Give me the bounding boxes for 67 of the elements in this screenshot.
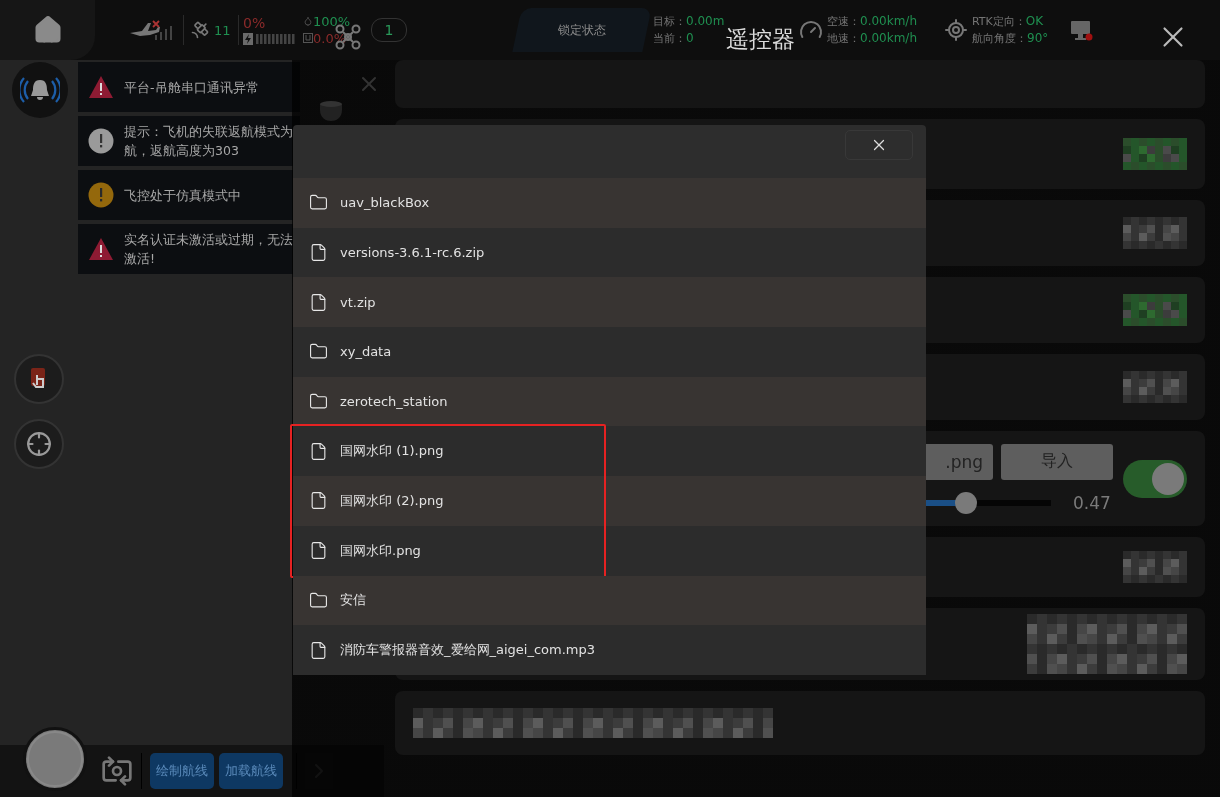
droplet-icon xyxy=(303,16,313,26)
stat-value: 90° xyxy=(1027,31,1049,45)
panel-title: 遥控器 xyxy=(725,24,795,54)
pixelated-block xyxy=(1123,217,1187,249)
crosshair-icon xyxy=(944,18,968,42)
file-name: vt.zip xyxy=(340,294,376,310)
file-name: versions-3.6.1-rc.6.zip xyxy=(340,245,485,261)
stat-value: 0.00m xyxy=(686,14,725,28)
toggle-switch[interactable] xyxy=(1123,459,1187,498)
satellite-icon xyxy=(190,20,210,40)
stat-value: 0.00km/h xyxy=(860,31,917,45)
file-icon xyxy=(309,243,328,263)
file-icon xyxy=(309,491,328,511)
stat-label: 航向角度： xyxy=(972,31,1027,46)
notification-text: 平台-吊舱串口通讯异常 xyxy=(124,78,259,97)
battery-percent: 0% xyxy=(243,15,267,31)
alert-bell-button[interactable] xyxy=(12,62,68,118)
bell-ring-icon xyxy=(20,75,60,105)
link-quality: 100% xyxy=(313,14,351,29)
file-row[interactable]: zerotech_station xyxy=(293,376,926,427)
file-icon xyxy=(309,541,328,561)
file-name: xy_data xyxy=(340,344,392,360)
stat-value: 0.00km/h xyxy=(860,14,917,28)
file-name: 国网水印 (1).png xyxy=(340,442,444,461)
warning-triangle-icon xyxy=(88,75,114,99)
stat-label: 当前： xyxy=(653,31,686,46)
hand-control-button[interactable] xyxy=(14,354,64,404)
file-name: 国网水印 (2).png xyxy=(340,491,444,510)
file-row[interactable]: vt.zip xyxy=(293,277,926,328)
file-name: zerotech_station xyxy=(340,394,448,410)
file-icon xyxy=(309,441,328,461)
stat-value: 0 xyxy=(686,31,694,45)
notification-text: 提示：飞机的失联返航模式为 航，返航高度为303 xyxy=(124,123,293,160)
monitor-alert-icon xyxy=(1069,18,1093,42)
file-name: uav_blackBox xyxy=(340,195,430,211)
notification-text: 飞控处于仿真模式中 xyxy=(124,186,241,205)
exclamation-circle-icon xyxy=(88,182,114,208)
file-icon xyxy=(309,640,328,660)
file-row[interactable]: 安信 xyxy=(293,575,926,626)
file-name: 安信 xyxy=(340,591,366,610)
folder-icon xyxy=(309,590,328,610)
stat-label: 目标： xyxy=(653,14,686,29)
camera-switch-icon[interactable] xyxy=(101,755,133,787)
stat-value: OK xyxy=(1025,14,1044,28)
u-square-icon xyxy=(303,33,313,43)
pixelated-block xyxy=(1123,551,1187,583)
exclamation-circle-icon xyxy=(88,128,114,154)
stat-label: 空速： xyxy=(827,14,860,29)
warning-triangle-icon xyxy=(88,237,114,261)
pixelated-block xyxy=(1123,371,1187,403)
stat-label: RTK定向： xyxy=(972,14,1026,29)
crosshair-icon xyxy=(26,431,52,457)
file-name: 消防车警报器音效_爱给网_aigei_com.mp3 xyxy=(340,641,596,660)
notification-text: 实名认证未激活或过期，无法 激活! xyxy=(124,231,293,268)
drone-count: 1 xyxy=(371,18,407,42)
slider-value: 0.47 xyxy=(1073,492,1112,513)
satellite-count: 11 xyxy=(214,22,231,38)
stat-label: 地速： xyxy=(827,31,860,46)
file-name: 国网水印.png xyxy=(340,541,421,560)
target-button[interactable] xyxy=(14,419,64,469)
home-icon[interactable] xyxy=(32,15,63,45)
file-row[interactable]: uav_blackBox xyxy=(293,178,926,228)
slider-thumb[interactable] xyxy=(954,491,977,514)
file-icon xyxy=(309,292,328,312)
battery-bar-icon xyxy=(243,33,297,45)
file-row[interactable]: 国网水印 (2).png xyxy=(293,476,926,526)
gimbal-camera-icon xyxy=(317,100,344,122)
